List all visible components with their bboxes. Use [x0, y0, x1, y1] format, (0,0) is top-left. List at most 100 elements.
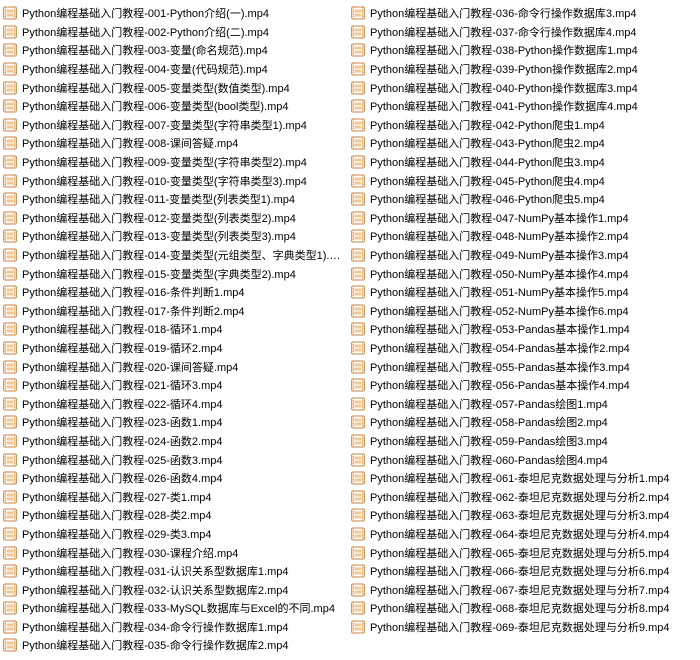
file-item[interactable]: Python编程基础入门教程-005-变量类型(数值类型).mp4 — [2, 78, 350, 97]
file-name: Python编程基础入门教程-001-Python介绍(一).mp4 — [22, 5, 269, 21]
file-item[interactable]: Python编程基础入门教程-064-泰坦尼克数据处理与分析4.mp4 — [350, 525, 698, 544]
file-item[interactable]: Python编程基础入门教程-052-NumPy基本操作6.mp4 — [350, 302, 698, 321]
file-item[interactable]: Python编程基础入门教程-020-课间答疑.mp4 — [2, 357, 350, 376]
file-item[interactable]: Python编程基础入门教程-035-命令行操作数据库2.mp4 — [2, 636, 350, 655]
file-item[interactable]: Python编程基础入门教程-012-变量类型(列表类型2).mp4 — [2, 209, 350, 228]
file-item[interactable]: Python编程基础入门教程-013-变量类型(列表类型3).mp4 — [2, 227, 350, 246]
file-item[interactable]: Python编程基础入门教程-024-函数2.mp4 — [2, 432, 350, 451]
video-file-icon — [2, 61, 18, 77]
file-item[interactable]: Python编程基础入门教程-028-类2.mp4 — [2, 506, 350, 525]
file-item[interactable]: Python编程基础入门教程-017-条件判断2.mp4 — [2, 302, 350, 321]
file-item[interactable]: Python编程基础入门教程-009-变量类型(字符串类型2).mp4 — [2, 153, 350, 172]
file-item[interactable]: Python编程基础入门教程-019-循环2.mp4 — [2, 339, 350, 358]
file-item[interactable]: Python编程基础入门教程-050-NumPy基本操作4.mp4 — [350, 264, 698, 283]
video-file-icon — [2, 266, 18, 282]
file-item[interactable]: Python编程基础入门教程-029-类3.mp4 — [2, 525, 350, 544]
file-item[interactable]: Python编程基础入门教程-041-Python操作数据库4.mp4 — [350, 97, 698, 116]
file-item[interactable]: Python编程基础入门教程-001-Python介绍(一).mp4 — [2, 4, 350, 23]
file-item[interactable]: Python编程基础入门教程-031-认识关系型数据库1.mp4 — [2, 562, 350, 581]
file-item[interactable]: Python编程基础入门教程-014-变量类型(元组类型、字典类型1).mp4 — [2, 246, 350, 265]
file-item[interactable]: Python编程基础入门教程-053-Pandas基本操作1.mp4 — [350, 320, 698, 339]
file-item[interactable]: Python编程基础入门教程-008-课间答疑.mp4 — [2, 134, 350, 153]
file-item[interactable]: Python编程基础入门教程-025-函数3.mp4 — [2, 450, 350, 469]
file-item[interactable]: Python编程基础入门教程-037-命令行操作数据库4.mp4 — [350, 23, 698, 42]
file-name: Python编程基础入门教程-062-泰坦尼克数据处理与分析2.mp4 — [370, 489, 670, 505]
file-item[interactable]: Python编程基础入门教程-026-函数4.mp4 — [2, 469, 350, 488]
file-name: Python编程基础入门教程-030-课程介绍.mp4 — [22, 545, 238, 561]
file-item[interactable]: Python编程基础入门教程-044-Python爬虫3.mp4 — [350, 153, 698, 172]
file-item[interactable]: Python编程基础入门教程-056-Pandas基本操作4.mp4 — [350, 376, 698, 395]
file-item[interactable]: Python编程基础入门教程-032-认识关系型数据库2.mp4 — [2, 580, 350, 599]
video-file-icon — [350, 396, 366, 412]
file-item[interactable]: Python编程基础入门教程-003-变量(命名规范).mp4 — [2, 41, 350, 60]
file-item[interactable]: Python编程基础入门教程-068-泰坦尼克数据处理与分析8.mp4 — [350, 599, 698, 618]
file-item[interactable]: Python编程基础入门教程-066-泰坦尼克数据处理与分析6.mp4 — [350, 562, 698, 581]
file-item[interactable]: Python编程基础入门教程-054-Pandas基本操作2.mp4 — [350, 339, 698, 358]
file-name: Python编程基础入门教程-055-Pandas基本操作3.mp4 — [370, 359, 630, 375]
file-name: Python编程基础入门教程-064-泰坦尼克数据处理与分析4.mp4 — [370, 526, 670, 542]
file-name: Python编程基础入门教程-012-变量类型(列表类型2).mp4 — [22, 210, 296, 226]
file-item[interactable]: Python编程基础入门教程-039-Python操作数据库2.mp4 — [350, 60, 698, 79]
file-name: Python编程基础入门教程-011-变量类型(列表类型1).mp4 — [22, 191, 295, 207]
file-name: Python编程基础入门教程-050-NumPy基本操作4.mp4 — [370, 266, 629, 282]
video-file-icon — [2, 396, 18, 412]
file-item[interactable]: Python编程基础入门教程-040-Python操作数据库3.mp4 — [350, 78, 698, 97]
file-name: Python编程基础入门教程-022-循环4.mp4 — [22, 396, 223, 412]
file-item[interactable]: Python编程基础入门教程-058-Pandas绘图2.mp4 — [350, 413, 698, 432]
file-item[interactable]: Python编程基础入门教程-057-Pandas绘图1.mp4 — [350, 394, 698, 413]
file-item[interactable]: Python编程基础入门教程-036-命令行操作数据库3.mp4 — [350, 4, 698, 23]
file-item[interactable]: Python编程基础入门教程-016-条件判断1.mp4 — [2, 283, 350, 302]
file-name: Python编程基础入门教程-037-命令行操作数据库4.mp4 — [370, 24, 637, 40]
file-item[interactable]: Python编程基础入门教程-033-MySQL数据库与Excel的不同.mp4 — [2, 599, 350, 618]
file-item[interactable]: Python编程基础入门教程-021-循环3.mp4 — [2, 376, 350, 395]
file-name: Python编程基础入门教程-017-条件判断2.mp4 — [22, 303, 245, 319]
video-file-icon — [350, 359, 366, 375]
file-item[interactable]: Python编程基础入门教程-063-泰坦尼克数据处理与分析3.mp4 — [350, 506, 698, 525]
file-item[interactable]: Python编程基础入门教程-059-Pandas绘图3.mp4 — [350, 432, 698, 451]
file-item[interactable]: Python编程基础入门教程-051-NumPy基本操作5.mp4 — [350, 283, 698, 302]
file-item[interactable]: Python编程基础入门教程-069-泰坦尼克数据处理与分析9.mp4 — [350, 618, 698, 637]
video-file-icon — [350, 5, 366, 21]
file-name: Python编程基础入门教程-048-NumPy基本操作2.mp4 — [370, 228, 629, 244]
video-file-icon — [2, 228, 18, 244]
file-item[interactable]: Python编程基础入门教程-027-类1.mp4 — [2, 487, 350, 506]
file-name: Python编程基础入门教程-044-Python爬虫3.mp4 — [370, 154, 605, 170]
video-file-icon — [350, 98, 366, 114]
file-name: Python编程基础入门教程-061-泰坦尼克数据处理与分析1.mp4 — [370, 470, 670, 486]
file-item[interactable]: Python编程基础入门教程-055-Pandas基本操作3.mp4 — [350, 357, 698, 376]
file-item[interactable]: Python编程基础入门教程-046-Python爬虫5.mp4 — [350, 190, 698, 209]
video-file-icon — [350, 433, 366, 449]
file-item[interactable]: Python编程基础入门教程-004-变量(代码规范).mp4 — [2, 60, 350, 79]
file-item[interactable]: Python编程基础入门教程-049-NumPy基本操作3.mp4 — [350, 246, 698, 265]
file-item[interactable]: Python编程基础入门教程-011-变量类型(列表类型1).mp4 — [2, 190, 350, 209]
file-item[interactable]: Python编程基础入门教程-048-NumPy基本操作2.mp4 — [350, 227, 698, 246]
file-item[interactable]: Python编程基础入门教程-007-变量类型(字符串类型1).mp4 — [2, 116, 350, 135]
file-item[interactable]: Python编程基础入门教程-015-变量类型(字典类型2).mp4 — [2, 264, 350, 283]
file-name: Python编程基础入门教程-016-条件判断1.mp4 — [22, 284, 245, 300]
file-item[interactable]: Python编程基础入门教程-060-Pandas绘图4.mp4 — [350, 450, 698, 469]
file-item[interactable]: Python编程基础入门教程-030-课程介绍.mp4 — [2, 543, 350, 562]
file-item[interactable]: Python编程基础入门教程-043-Python爬虫2.mp4 — [350, 134, 698, 153]
file-item[interactable]: Python编程基础入门教程-010-变量类型(字符串类型3).mp4 — [2, 171, 350, 190]
file-item[interactable]: Python编程基础入门教程-006-变量类型(bool类型).mp4 — [2, 97, 350, 116]
file-item[interactable]: Python编程基础入门教程-065-泰坦尼克数据处理与分析5.mp4 — [350, 543, 698, 562]
file-item[interactable]: Python编程基础入门教程-022-循环4.mp4 — [2, 394, 350, 413]
file-item[interactable]: Python编程基础入门教程-045-Python爬虫4.mp4 — [350, 171, 698, 190]
file-item[interactable]: Python编程基础入门教程-023-函数1.mp4 — [2, 413, 350, 432]
file-item[interactable]: Python编程基础入门教程-062-泰坦尼克数据处理与分析2.mp4 — [350, 487, 698, 506]
file-item[interactable]: Python编程基础入门教程-067-泰坦尼克数据处理与分析7.mp4 — [350, 580, 698, 599]
file-name: Python编程基础入门教程-045-Python爬虫4.mp4 — [370, 173, 605, 189]
video-file-icon — [2, 619, 18, 635]
file-name: Python编程基础入门教程-067-泰坦尼克数据处理与分析7.mp4 — [370, 582, 670, 598]
file-name: Python编程基础入门教程-051-NumPy基本操作5.mp4 — [370, 284, 629, 300]
file-item[interactable]: Python编程基础入门教程-002-Python介绍(二).mp4 — [2, 23, 350, 42]
file-item[interactable]: Python编程基础入门教程-042-Python爬虫1.mp4 — [350, 116, 698, 135]
file-item[interactable]: Python编程基础入门教程-061-泰坦尼克数据处理与分析1.mp4 — [350, 469, 698, 488]
file-item[interactable]: Python编程基础入门教程-018-循环1.mp4 — [2, 320, 350, 339]
file-item[interactable]: Python编程基础入门教程-047-NumPy基本操作1.mp4 — [350, 209, 698, 228]
file-name: Python编程基础入门教程-068-泰坦尼克数据处理与分析8.mp4 — [370, 600, 670, 616]
file-name: Python编程基础入门教程-058-Pandas绘图2.mp4 — [370, 414, 608, 430]
video-file-icon — [2, 303, 18, 319]
file-item[interactable]: Python编程基础入门教程-038-Python操作数据库1.mp4 — [350, 41, 698, 60]
file-item[interactable]: Python编程基础入门教程-034-命令行操作数据库1.mp4 — [2, 618, 350, 637]
